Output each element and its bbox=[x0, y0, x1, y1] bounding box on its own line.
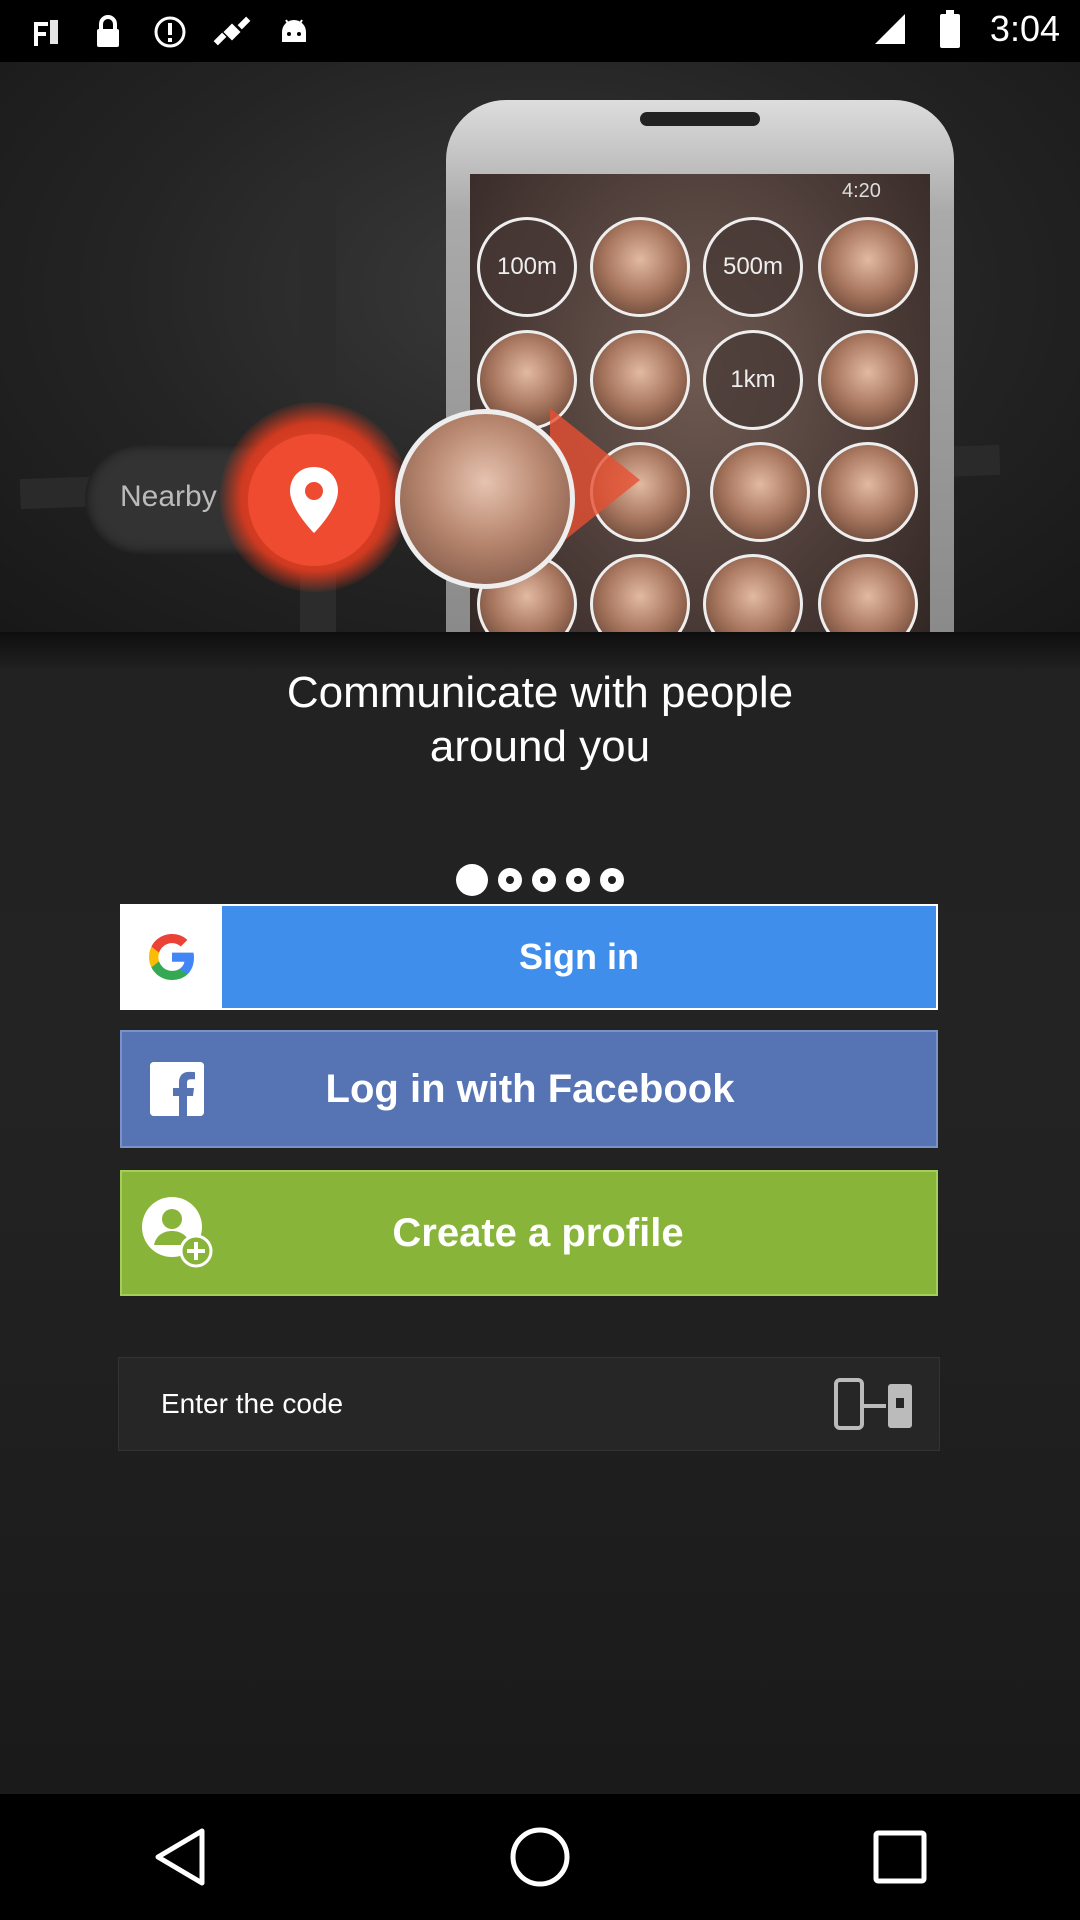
featured-profile-avatar bbox=[395, 409, 575, 589]
page-dot[interactable] bbox=[566, 868, 590, 892]
profile-avatar bbox=[818, 217, 918, 317]
google-sign-in-label: Sign in bbox=[519, 936, 639, 977]
wifi-icon bbox=[26, 12, 66, 52]
onboarding-headline: Communicate with people around you bbox=[0, 666, 1080, 774]
hero-illustration: 4:20 100m 500m 1km Nearby bbox=[0, 62, 1080, 632]
distance-bubble: 100m bbox=[477, 217, 577, 317]
google-icon bbox=[122, 906, 222, 1008]
recents-icon[interactable] bbox=[850, 1807, 950, 1907]
page-dot[interactable] bbox=[532, 868, 556, 892]
home-icon[interactable] bbox=[490, 1807, 590, 1907]
google-sign-in-button[interactable]: Sign in bbox=[120, 904, 938, 1010]
create-profile-label: Create a profile bbox=[392, 1210, 684, 1255]
distance-bubble: 500m bbox=[703, 217, 803, 317]
page-dot[interactable] bbox=[498, 868, 522, 892]
add-user-icon bbox=[140, 1193, 220, 1273]
signal-icon bbox=[870, 9, 910, 49]
enter-code-row[interactable]: Enter the code bbox=[118, 1357, 940, 1451]
profile-avatar bbox=[818, 442, 918, 542]
phone-status-time: 4:20 bbox=[842, 180, 881, 202]
status-bar: 3:04 bbox=[0, 0, 1080, 62]
facebook-icon bbox=[150, 1062, 204, 1116]
distance-bubble: 1km bbox=[703, 330, 803, 430]
android-icon bbox=[274, 12, 314, 52]
profile-avatar bbox=[818, 330, 918, 430]
headline-line-2: around you bbox=[429, 722, 651, 771]
page-dot-active[interactable] bbox=[456, 864, 488, 896]
enter-code-label: Enter the code bbox=[161, 1388, 344, 1419]
headline-line-1: Communicate with people bbox=[286, 668, 794, 717]
location-pin-icon bbox=[248, 434, 380, 566]
status-time: 3:04 bbox=[989, 8, 1060, 49]
sync-icon bbox=[150, 12, 190, 52]
facebook-login-button[interactable]: Log in with Facebook bbox=[120, 1030, 938, 1148]
battery-icon bbox=[930, 9, 970, 49]
facebook-login-label: Log in with Facebook bbox=[325, 1066, 735, 1111]
page-indicator bbox=[0, 864, 1080, 896]
page-dot[interactable] bbox=[600, 868, 624, 892]
back-icon[interactable] bbox=[130, 1807, 230, 1907]
nearby-label: Nearby bbox=[120, 480, 217, 513]
create-profile-button[interactable]: Create a profile bbox=[120, 1170, 938, 1296]
phone-speaker bbox=[640, 112, 760, 126]
profile-avatar bbox=[710, 442, 810, 542]
status-bar-left-icons bbox=[26, 12, 314, 52]
status-bar-right: 3:04 bbox=[870, 8, 1060, 50]
lock-icon bbox=[88, 12, 128, 52]
satellite-icon bbox=[212, 12, 252, 52]
profile-avatar bbox=[590, 217, 690, 317]
navigation-bar bbox=[0, 1794, 1080, 1920]
device-link-icon[interactable] bbox=[829, 1374, 919, 1434]
